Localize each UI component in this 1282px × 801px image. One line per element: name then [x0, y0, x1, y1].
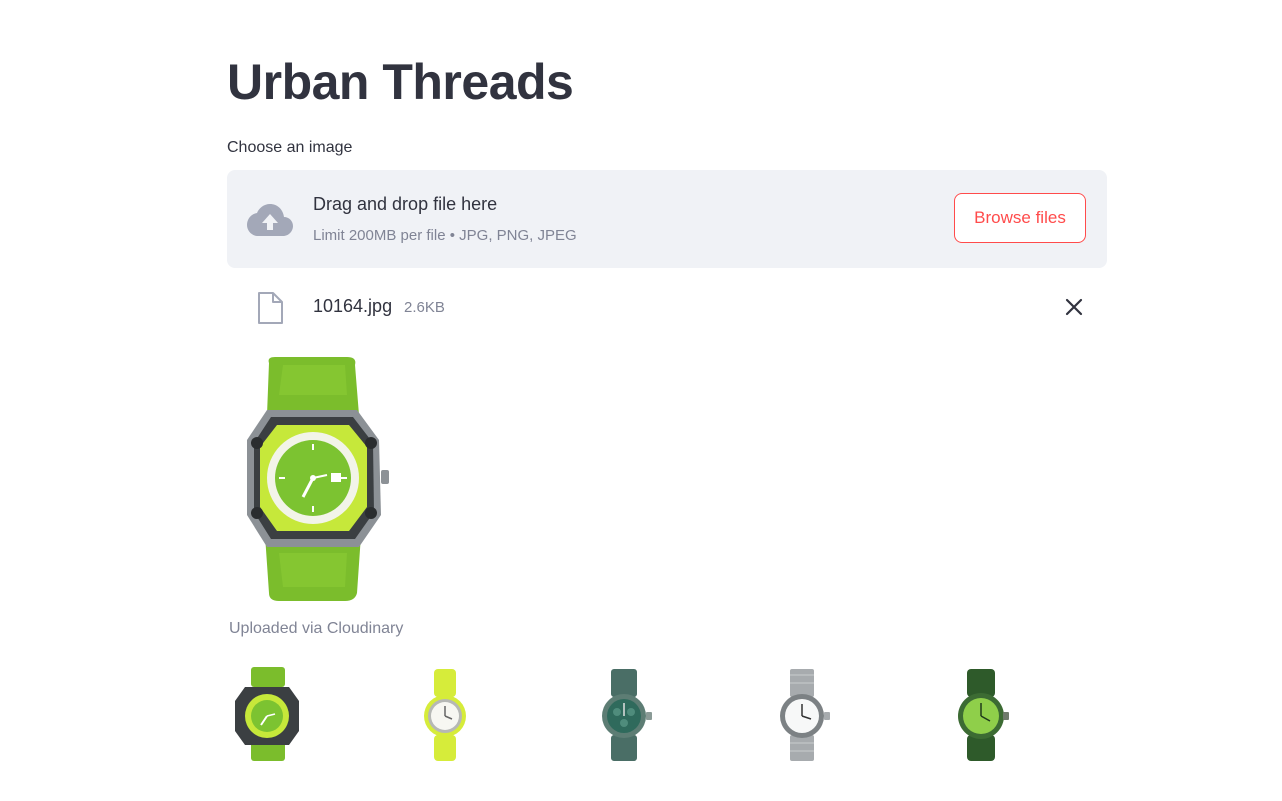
page-title: Urban Threads: [227, 54, 574, 110]
uploaded-watch-image: [247, 357, 389, 601]
uploader-label: Choose an image: [227, 139, 353, 156]
dropzone-limit-text: Limit 200MB per file • JPG, PNG, JPEG: [313, 227, 577, 244]
recommendation-image-4[interactable]: [762, 665, 842, 765]
close-icon[interactable]: [1063, 296, 1085, 318]
file-icon: [258, 292, 283, 324]
file-size: 2.6KB: [404, 299, 445, 316]
uploaded-file-row: 10164.jpg 2.6KB: [227, 285, 1107, 329]
recommendations-row: [227, 665, 1107, 765]
browse-files-button[interactable]: Browse files: [954, 193, 1086, 243]
recommendation-image-5[interactable]: [941, 665, 1021, 765]
image-caption: Uploaded via Cloudinary: [229, 620, 404, 637]
recommendation-image-1[interactable]: [227, 665, 307, 765]
file-name: 10164.jpg: [313, 296, 393, 316]
cloud-upload-icon: [247, 204, 293, 236]
recommendation-image-2[interactable]: [405, 665, 485, 765]
file-dropzone[interactable]: Drag and drop file here Limit 200MB per …: [227, 170, 1107, 268]
recommendation-image-3[interactable]: [584, 665, 664, 765]
dropzone-instructions: Drag and drop file here: [313, 194, 498, 214]
